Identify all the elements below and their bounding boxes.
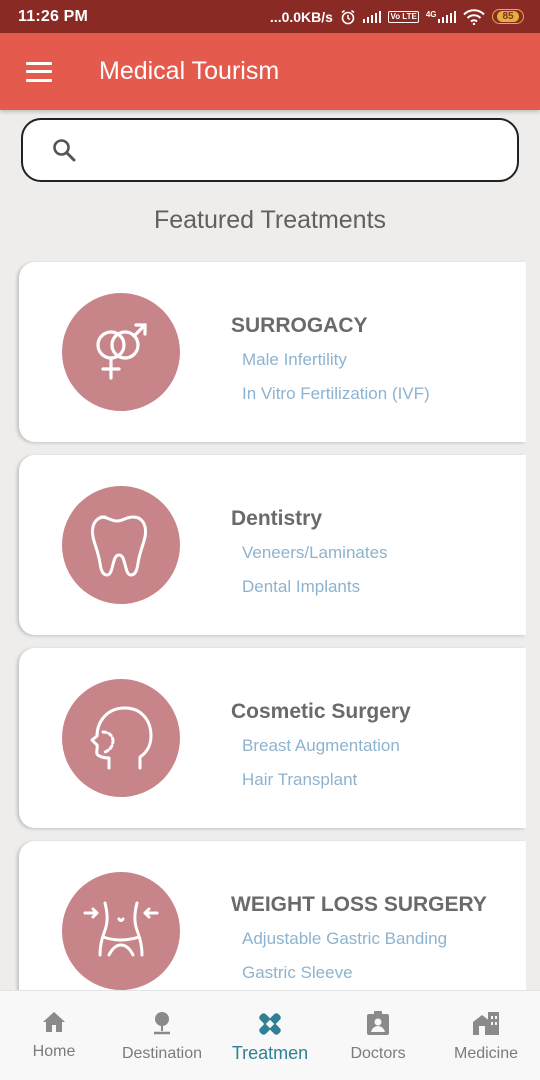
network-speed: ...0.0KB/s <box>269 8 333 25</box>
app-title: Medical Tourism <box>99 57 280 85</box>
doctor-badge-icon <box>367 1011 389 1035</box>
treatment-link[interactable]: Breast Augmentation <box>242 736 400 756</box>
treatment-link[interactable]: Gastric Sleeve <box>242 963 353 983</box>
treatment-icon-circle <box>62 872 180 990</box>
treatment-name: WEIGHT LOSS SURGERY <box>231 893 487 916</box>
lte-label: 4G <box>425 9 437 19</box>
treatment-link[interactable]: Veneers/Laminates <box>242 543 388 563</box>
nav-medicine[interactable]: Medicine <box>432 991 540 1080</box>
treatment-card-dentistry[interactable]: Dentistry Veneers/Laminates Dental Impla… <box>19 455 526 635</box>
face-profile-icon <box>90 706 153 770</box>
treatment-name: Cosmetic Surgery <box>231 700 411 723</box>
search-input[interactable] <box>89 139 517 161</box>
treatment-link[interactable]: In Vitro Fertilization (IVF) <box>242 384 430 404</box>
home-icon <box>43 1012 65 1032</box>
nav-home[interactable]: Home <box>0 991 108 1080</box>
treatment-link[interactable]: Hair Transplant <box>242 770 357 790</box>
menu-icon[interactable] <box>26 61 52 82</box>
tooth-icon <box>91 515 147 577</box>
nav-label: Treatmen <box>231 1043 309 1063</box>
app-bar: Medical Tourism <box>0 33 540 110</box>
nav-label: Home <box>32 1043 76 1060</box>
volte-badge: Vo LTE <box>388 10 419 23</box>
location-pin-icon <box>154 1012 170 1035</box>
section-title: Featured Treatments <box>153 206 387 234</box>
treatment-card-surrogacy[interactable]: SURROGACY Male Infertility In Vitro Fert… <box>19 262 526 442</box>
treatment-link[interactable]: Adjustable Gastric Banding <box>242 929 447 949</box>
signal-icon <box>362 10 382 23</box>
treatment-name: SURROGACY <box>231 314 368 337</box>
alarm-icon <box>341 9 355 24</box>
wifi-icon <box>463 8 485 25</box>
nav-label: Doctors <box>350 1045 406 1062</box>
nav-destination[interactable]: Destination <box>108 991 216 1080</box>
gender-icon <box>96 323 147 380</box>
building-icon <box>473 1012 499 1035</box>
signal-4g-icon: 4G <box>425 9 456 23</box>
waist-icon <box>83 901 159 957</box>
battery-level: 85 <box>497 11 519 22</box>
status-time: 11:26 PM <box>18 7 89 25</box>
treatment-icon-circle <box>62 486 180 604</box>
status-bar: 11:26 PM ...0.0KB/s Vo LTE 4G 85 <box>0 0 540 33</box>
nav-doctors[interactable]: Doctors <box>324 991 432 1080</box>
treatment-link[interactable]: Dental Implants <box>242 577 360 597</box>
search-bar[interactable] <box>21 118 519 182</box>
treatment-card-cosmetic-surgery[interactable]: Cosmetic Surgery Breast Augmentation Hai… <box>19 648 526 828</box>
bandage-icon <box>259 1013 281 1035</box>
nav-label: Destination <box>121 1045 203 1062</box>
nav-treatment[interactable]: Treatmen <box>216 991 324 1080</box>
bottom-navigation: Home Destination Treatmen Doctors Medici… <box>0 990 540 1080</box>
battery-icon: 85 <box>492 9 524 24</box>
status-icons: ...0.0KB/s Vo LTE 4G 85 <box>270 9 524 25</box>
search-icon <box>53 139 76 162</box>
treatment-link[interactable]: Male Infertility <box>242 350 347 370</box>
treatment-icon-circle <box>62 679 180 797</box>
treatment-icon-circle <box>62 293 180 411</box>
treatment-name: Dentistry <box>231 507 323 530</box>
nav-label: Medicine <box>453 1045 519 1062</box>
